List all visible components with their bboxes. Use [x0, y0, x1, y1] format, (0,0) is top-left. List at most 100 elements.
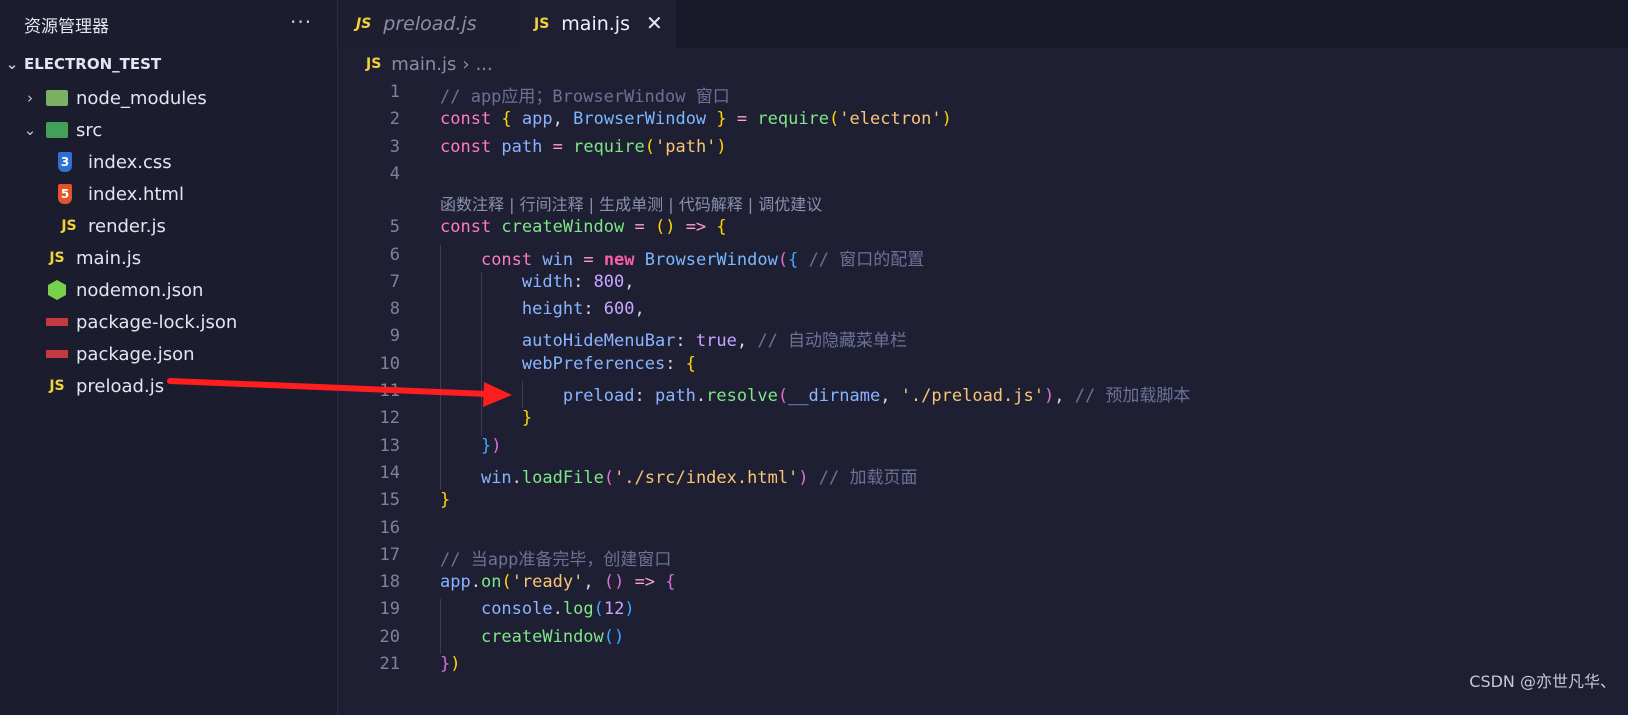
- tab-label: preload.js: [383, 13, 477, 35]
- line-number: 12: [379, 408, 400, 429]
- code-line[interactable]: console.log(12): [440, 599, 635, 619]
- code-line[interactable]: width: 800,: [440, 272, 635, 292]
- tree-item-label: nodemon.json: [76, 279, 204, 301]
- code-token: }: [706, 109, 727, 130]
- code-line[interactable]: const createWindow = () => {: [440, 217, 727, 237]
- code-token: 'path': [655, 136, 717, 157]
- code-token: path: [501, 136, 543, 157]
- code-token: ): [450, 654, 461, 674]
- code-token: true: [695, 331, 737, 352]
- code-line[interactable]: // 当app准备完毕，创建窗口: [440, 545, 671, 570]
- folder-icon: [46, 87, 68, 109]
- code-line[interactable]: win.loadFile('./src/index.html') // 加载页面: [440, 463, 918, 488]
- indent-guide: [522, 381, 524, 409]
- code-line[interactable]: }: [440, 408, 532, 428]
- code-token: ,: [552, 109, 574, 130]
- code-token: ): [941, 109, 952, 130]
- code-line[interactable]: const path = require('path'): [440, 137, 727, 157]
- npm-icon-glyph: [46, 350, 68, 358]
- js-icon: JS: [356, 16, 372, 32]
- tab-main-js[interactable]: JS main.js ✕: [516, 0, 676, 48]
- line-number: 13: [379, 435, 400, 456]
- code-token: }: [440, 490, 451, 511]
- close-icon[interactable]: ✕: [646, 11, 663, 35]
- code-line[interactable]: height: 600,: [440, 299, 645, 319]
- js-icon: JS: [534, 16, 550, 32]
- code-token: ): [798, 467, 809, 488]
- code-line[interactable]: const win = new BrowserWindow({ // 窗口的配置: [440, 245, 924, 270]
- code-token: const: [440, 136, 502, 157]
- indent-guide: [440, 244, 441, 491]
- js-icon: JS: [366, 56, 382, 72]
- code-token: .: [511, 467, 522, 488]
- tree-item-main-js[interactable]: JS main.js: [0, 242, 338, 274]
- breadcrumb-file[interactable]: main.js: [391, 54, 456, 75]
- code-line[interactable]: }: [440, 490, 450, 510]
- code-token: // 加载页面: [808, 467, 918, 488]
- code-lens-actions[interactable]: 函数注释 | 行间注释 | 生成单测 | 代码解释 | 调优建议: [440, 191, 822, 215]
- project-name: ELECTRON_TEST: [24, 55, 162, 73]
- code-line[interactable]: app.on('ready', () => {: [440, 572, 676, 592]
- code-token: preload: [562, 386, 635, 406]
- line-number: 2: [389, 109, 400, 130]
- line-number: 18: [379, 572, 400, 593]
- more-actions-icon[interactable]: ···: [290, 10, 312, 34]
- code-token: (: [603, 467, 615, 488]
- code-token: loadFile: [521, 467, 604, 488]
- code-editor[interactable]: 1 // app应用；BrowserWindow 窗口 2 const { app, …: [338, 80, 1628, 715]
- code-token: {: [665, 572, 676, 593]
- project-root[interactable]: ⌄ ELECTRON_TEST: [0, 48, 338, 80]
- tab-preload-js[interactable]: JS preload.js: [338, 0, 516, 48]
- code-token: ,: [880, 386, 901, 406]
- tree-item-label: preload.js: [76, 375, 165, 397]
- line-number: 15: [379, 490, 400, 511]
- tree-item-package-json[interactable]: package.json: [0, 338, 338, 370]
- code-token: // 预加载脚本: [1074, 386, 1191, 406]
- line-number: 1: [389, 82, 400, 102]
- code-line[interactable]: }): [440, 435, 502, 456]
- code-token: (: [644, 136, 655, 157]
- tree-item-nodemon-json[interactable]: nodemon.json: [0, 274, 338, 306]
- code-token: BrowserWindow: [644, 249, 778, 270]
- npm-icon: [46, 311, 68, 333]
- code-line[interactable]: createWindow(): [440, 627, 624, 647]
- folder-src-icon: [46, 119, 68, 141]
- tree-item-index-css[interactable]: 3 index.css: [0, 146, 338, 178]
- html-icon-glyph: 5: [58, 184, 72, 204]
- tree-item-src[interactable]: ⌄ src: [0, 114, 338, 146]
- code-line[interactable]: preload: path.resolve(__dirname, './prel…: [440, 381, 1191, 406]
- code-line[interactable]: // app应用；BrowserWindow 窗口: [440, 82, 730, 107]
- tree-item-render-js[interactable]: JS render.js: [0, 210, 338, 242]
- watermark: CSDN @亦世凡华、: [1469, 672, 1616, 691]
- code-line[interactable]: const { app, BrowserWindow } = require('…: [440, 109, 952, 129]
- code-token: path: [654, 386, 696, 406]
- code-token: .: [470, 572, 481, 593]
- tree-item-package-lock-json[interactable]: package-lock.json: [0, 306, 338, 338]
- tree-item-node-modules[interactable]: › node_modules: [0, 82, 338, 114]
- code-token: }: [480, 435, 492, 456]
- tree-item-label: main.js: [76, 247, 142, 269]
- chevron-down-icon: ⌄: [23, 121, 37, 139]
- line-number: 10: [379, 353, 400, 374]
- explorer-title: 资源管理器: [24, 16, 109, 37]
- code-token: './preload.js': [900, 386, 1044, 406]
- tree-item-preload-js[interactable]: JS preload.js: [0, 370, 338, 402]
- js-icon: JS: [58, 215, 80, 237]
- code-line[interactable]: autoHideMenuBar: true, // 自动隐藏菜单栏: [440, 326, 907, 351]
- breadcrumb-more[interactable]: ...: [476, 54, 493, 75]
- tree-item-index-html[interactable]: 5 index.html: [0, 178, 338, 210]
- code-token: const: [440, 109, 502, 130]
- line-number: 6: [389, 244, 400, 265]
- code-token: ,: [1054, 386, 1075, 406]
- code-line[interactable]: }): [440, 654, 461, 674]
- line-number: 3: [389, 136, 400, 157]
- line-number: 19: [379, 599, 400, 620]
- code-token: // app应用；BrowserWindow 窗口: [440, 87, 730, 107]
- code-token: 'ready': [511, 572, 584, 593]
- code-line[interactable]: webPreferences: {: [440, 354, 696, 374]
